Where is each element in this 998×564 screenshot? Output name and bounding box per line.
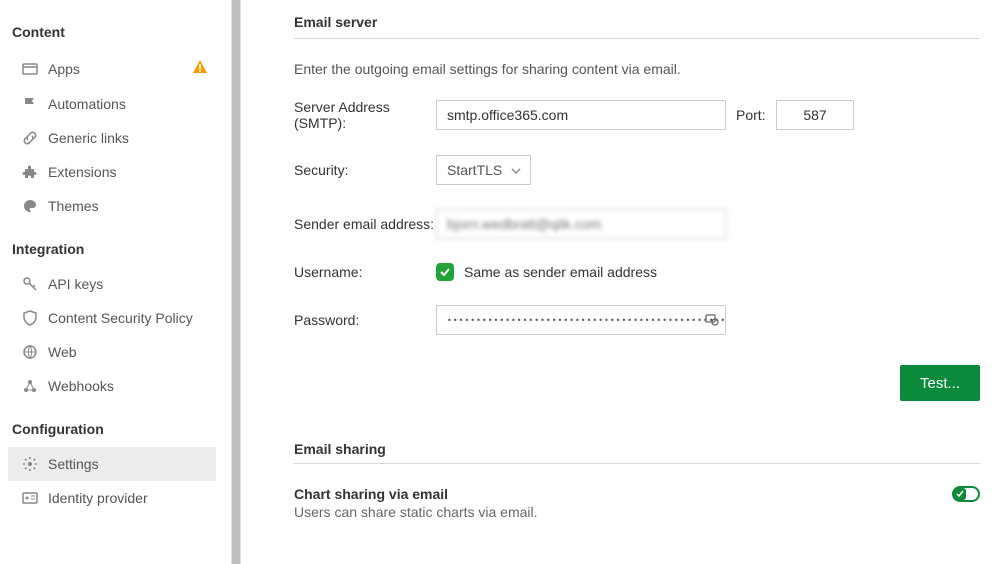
flag-icon (22, 96, 38, 112)
sidebar-item-label: Automations (48, 96, 208, 112)
username-checkbox-label: Same as sender email address (464, 264, 657, 280)
security-value: StartTLS (447, 162, 502, 178)
check-icon (954, 488, 966, 500)
sender-email-label: Sender email address: (294, 216, 436, 232)
chart-sharing-desc: Users can share static charts via email. (294, 504, 538, 520)
sidebar-item-webhooks[interactable]: Webhooks (8, 369, 216, 403)
server-address-input[interactable] (436, 100, 726, 130)
sender-email-input[interactable]: bjorn.wedbratt@qlik.com (436, 209, 726, 239)
email-server-title: Email server (294, 14, 980, 30)
sidebar-item-label: Web (48, 344, 208, 360)
email-sharing-title: Email sharing (294, 441, 980, 457)
divider (294, 38, 980, 39)
password-input[interactable]: ••••••••••••••••••••••••••••••••••••••••… (436, 305, 726, 335)
port-input[interactable] (776, 100, 854, 130)
warning-icon (192, 59, 208, 78)
sidebar-item-apps[interactable]: Apps (8, 50, 216, 87)
sidebar-item-label: Content Security Policy (48, 310, 208, 326)
globe-icon (22, 344, 38, 360)
main-panel: Email server Enter the outgoing email se… (248, 0, 998, 564)
sidebar-item-extensions[interactable]: Extensions (8, 155, 216, 189)
username-label: Username: (294, 264, 436, 280)
webhook-icon (22, 378, 38, 394)
test-button[interactable]: Test... (900, 365, 980, 401)
security-select[interactable]: StartTLS (436, 155, 531, 185)
sidebar-item-label: Webhooks (48, 378, 208, 394)
sidebar-item-label: Apps (48, 61, 182, 77)
sidebar-item-automations[interactable]: Automations (8, 87, 216, 121)
sidebar: Content Apps Automations Generic links (0, 0, 222, 564)
show-password-icon[interactable] (704, 311, 720, 330)
port-label: Port: (736, 107, 776, 123)
shield-icon (22, 310, 38, 326)
sidebar-section-content: Content (8, 18, 222, 50)
sidebar-item-label: API keys (48, 276, 208, 292)
email-server-desc: Enter the outgoing email settings for sh… (294, 61, 980, 77)
divider (294, 463, 980, 464)
sidebar-item-csp[interactable]: Content Security Policy (8, 301, 216, 335)
puzzle-icon (22, 164, 38, 180)
sidebar-item-label: Themes (48, 198, 208, 214)
sidebar-item-label: Identity provider (48, 490, 208, 506)
chart-sharing-toggle[interactable] (952, 486, 980, 502)
sidebar-section-configuration: Configuration (8, 415, 222, 447)
palette-icon (22, 198, 38, 214)
sidebar-item-identity-provider[interactable]: Identity provider (8, 481, 216, 515)
gear-icon (22, 456, 38, 472)
sidebar-item-web[interactable]: Web (8, 335, 216, 369)
id-icon (22, 490, 38, 506)
security-label: Security: (294, 162, 436, 178)
sidebar-item-settings[interactable]: Settings (8, 447, 216, 481)
sidebar-item-label: Settings (48, 456, 208, 472)
apps-icon (22, 61, 38, 77)
sidebar-section-integration: Integration (8, 235, 222, 267)
sidebar-item-label: Extensions (48, 164, 208, 180)
sidebar-item-api-keys[interactable]: API keys (8, 267, 216, 301)
key-icon (22, 276, 38, 292)
chart-sharing-title: Chart sharing via email (294, 486, 538, 502)
server-address-label: Server Address (SMTP): (294, 99, 436, 131)
sidebar-item-label: Generic links (48, 130, 208, 146)
sidebar-item-themes[interactable]: Themes (8, 189, 216, 223)
sidebar-item-generic-links[interactable]: Generic links (8, 121, 216, 155)
password-label: Password: (294, 312, 436, 328)
scrollbar[interactable] (222, 0, 248, 564)
username-same-checkbox[interactable] (436, 263, 454, 281)
link-icon (22, 130, 38, 146)
chevron-down-icon (510, 164, 522, 180)
